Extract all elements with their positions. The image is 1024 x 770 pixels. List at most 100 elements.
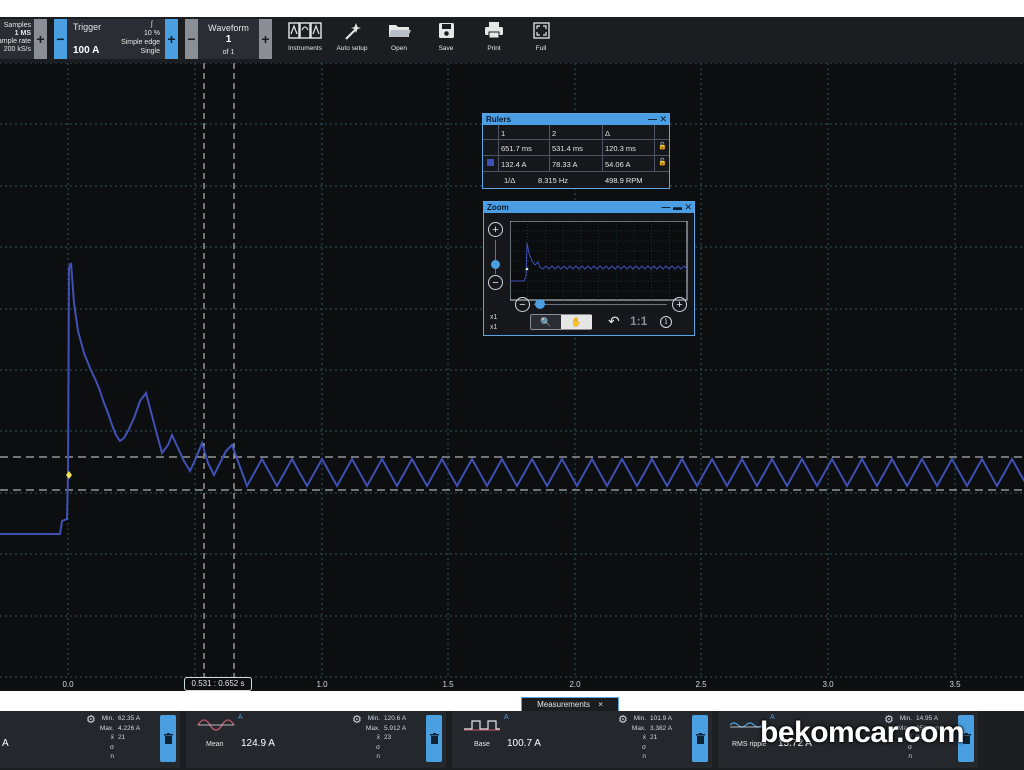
stat-labels: Min. Max. x̄ σ n xyxy=(99,715,114,760)
waveform-title: Waveform xyxy=(208,23,249,33)
samples-increase-button[interactable]: + xyxy=(34,19,47,59)
close-icon[interactable]: × xyxy=(598,700,603,709)
instruments-icon xyxy=(288,22,322,39)
horizontal-zoom-handle[interactable] xyxy=(535,299,545,309)
trash-icon xyxy=(695,733,705,744)
auto-setup-label: Auto setup xyxy=(336,45,368,52)
channel-color-swatch xyxy=(487,159,494,166)
fullscreen-icon xyxy=(533,22,550,39)
trigger-pretrigger[interactable]: 10 % xyxy=(144,30,160,38)
ruler-header-2: 2 xyxy=(552,129,557,138)
full-screen-button[interactable]: Full xyxy=(519,20,563,60)
stat-labels: Min. Max. x̄ σ n xyxy=(365,715,380,760)
undo-zoom-icon[interactable]: ↶ xyxy=(608,313,620,330)
gear-icon[interactable]: ⚙ xyxy=(618,713,628,726)
delete-measurement-button[interactable] xyxy=(160,715,176,762)
measurement-card[interactable]: A ⚙ Min. Max. x̄ σ n 62.35 A 4.226 A 21 xyxy=(0,711,180,768)
time-axis-tick-label: 1.5 xyxy=(442,680,454,689)
close-icon[interactable]: ✕ xyxy=(684,202,692,212)
horizontal-zoom-track[interactable] xyxy=(534,304,667,305)
signal-ruler-delta: 54.06 A xyxy=(605,160,631,169)
waveform-prev-button[interactable]: − xyxy=(185,19,198,59)
stat-values: 101.9 A 3.382 A 21 xyxy=(650,715,673,741)
zoom-window-controls[interactable]: — ▬ ✕ xyxy=(661,202,692,213)
info-icon[interactable]: i xyxy=(660,316,672,328)
trigger-marker-icon[interactable] xyxy=(66,471,72,479)
sample-rate-label: Sample rate xyxy=(0,38,31,45)
delete-measurement-button[interactable] xyxy=(426,715,442,762)
open-button[interactable]: Open xyxy=(377,20,421,60)
delete-measurement-button[interactable] xyxy=(692,715,708,762)
minimize-icon[interactable]: — xyxy=(661,202,670,212)
zoom-overview[interactable] xyxy=(510,221,688,301)
toolbar: Samples 1 MS Sample rate 200 kS/s + − Tr… xyxy=(0,17,1024,63)
zoom-title: Zoom xyxy=(487,203,509,212)
trigger-decrease-button[interactable]: − xyxy=(54,19,67,59)
measurement-value: 124.9 A xyxy=(241,738,275,749)
zoom-in-vertical-button[interactable]: + xyxy=(488,222,503,237)
trash-icon xyxy=(429,733,439,744)
lock-icon[interactable]: 🔓 xyxy=(658,158,667,166)
vertical-zoom-handle[interactable] xyxy=(491,260,500,269)
zoom-y-factor: x1 xyxy=(490,324,498,331)
trigger-increase-button[interactable]: + xyxy=(165,19,178,59)
waveform-next-button[interactable]: + xyxy=(259,19,272,59)
rising-edge-icon: ʃ xyxy=(151,21,153,28)
time-axis-tick-label: 2.0 xyxy=(569,680,581,689)
rulers-window-controls[interactable]: — ✕ xyxy=(648,114,667,125)
zoom-mode-toggle: 🔍 ✋ xyxy=(530,314,592,330)
ruler-header-delta: Δ xyxy=(605,129,611,138)
floppy-disk-icon xyxy=(439,23,454,38)
rulers-title: Rulers xyxy=(486,115,511,124)
measurement-card-mean[interactable]: A Mean 124.9 A ⚙ Min. Max. x̄ σ n 120.6 A 5.9… xyxy=(186,711,446,768)
measurement-name: Base xyxy=(474,741,490,748)
zoom-tool-icon[interactable]: 🔍 xyxy=(531,315,561,329)
zoom-out-vertical-button[interactable]: − xyxy=(488,275,503,290)
zoom-title-bar[interactable]: Zoom — ▬ ✕ xyxy=(484,202,694,213)
open-label: Open xyxy=(391,45,407,52)
gear-icon[interactable]: ⚙ xyxy=(352,713,362,726)
reset-zoom-button[interactable]: 1:1 xyxy=(630,314,647,328)
instruments-button[interactable]: Instruments xyxy=(283,20,327,60)
samples-value[interactable]: 1 MS xyxy=(15,30,31,38)
unit-mark: A xyxy=(504,714,509,721)
rulers-window[interactable]: Rulers — ✕ 1 2 Δ 651.7 ms 531.4 ms 120.3… xyxy=(482,113,670,189)
sample-rate-value[interactable]: 200 kS/s xyxy=(4,46,31,54)
save-label: Save xyxy=(438,45,454,52)
zoom-in-horizontal-button[interactable]: + xyxy=(672,297,687,312)
trigger-group: − Trigger 100 A ʃ 10 % Simple edge Singl… xyxy=(54,19,178,59)
frequency-label: 1/Δ xyxy=(504,176,516,185)
print-label: Print xyxy=(487,45,501,52)
waveform-current[interactable]: 1 xyxy=(198,34,259,45)
time-ruler-2-value: 531.4 ms xyxy=(552,144,583,153)
trigger-level[interactable]: 100 A xyxy=(73,45,99,56)
time-ruler-1-value: 651.7 ms xyxy=(501,144,532,153)
rulers-title-bar[interactable]: Rulers — ✕ xyxy=(483,114,669,125)
measurements-tab[interactable]: Measurements × xyxy=(521,697,619,711)
maximize-icon[interactable]: ▬ xyxy=(673,202,682,212)
lock-icon[interactable]: 🔓 xyxy=(658,142,667,150)
close-icon[interactable]: ✕ xyxy=(659,114,667,124)
printer-icon xyxy=(485,22,503,39)
time-axis-tick-label: 3.0 xyxy=(822,680,834,689)
save-button[interactable]: Save xyxy=(424,20,468,60)
measurement-card-base[interactable]: A Base 100.7 A ⚙ Min. Max. x̄ σ n 101.9 A 3.3… xyxy=(452,711,712,768)
gear-icon[interactable]: ⚙ xyxy=(86,713,96,726)
time-axis-tick-label: 2.5 xyxy=(695,680,707,689)
waveform-count: of 1 xyxy=(222,49,235,56)
auto-setup-button[interactable]: Auto setup xyxy=(330,20,374,60)
zoom-out-horizontal-button[interactable]: − xyxy=(515,297,530,312)
zoom-window[interactable]: Zoom — ▬ ✕ + − − + x1 x1 🔍 ✋ ↶ 1:1 i xyxy=(483,201,695,336)
minimize-icon[interactable]: — xyxy=(648,114,657,124)
hand-tool-icon[interactable]: ✋ xyxy=(561,315,592,329)
trigger-type[interactable]: Simple edge xyxy=(121,39,160,47)
stat-values: 62.35 A 4.226 A 21 xyxy=(118,715,141,741)
signal-ruler-1-value: 132.4 A xyxy=(501,160,527,169)
measurement-value: A xyxy=(2,738,9,749)
trigger-mode[interactable]: Single xyxy=(141,48,160,56)
stat-values: 120.6 A 5.912 A 23 xyxy=(384,715,407,741)
full-label: Full xyxy=(535,45,547,52)
print-button[interactable]: Print xyxy=(472,20,516,60)
zoom-x-factor: x1 xyxy=(490,314,498,321)
samples-title: Samples xyxy=(3,22,31,29)
